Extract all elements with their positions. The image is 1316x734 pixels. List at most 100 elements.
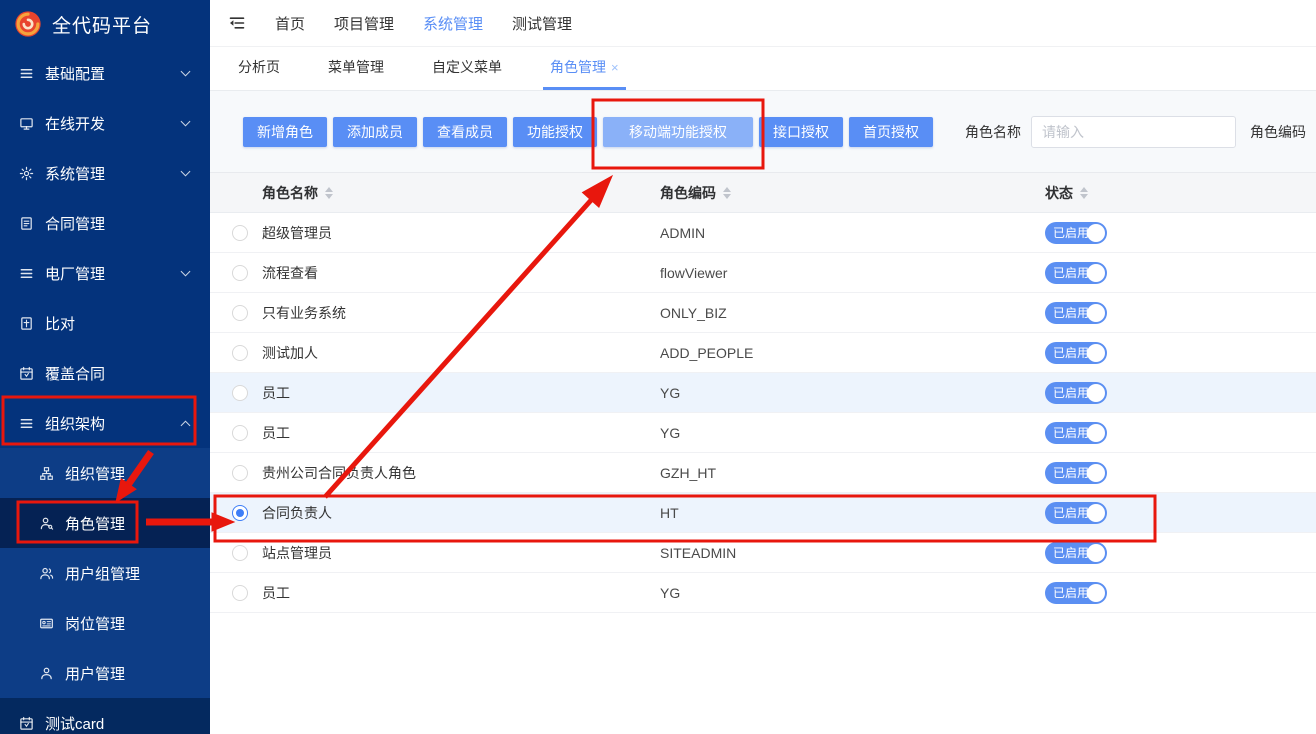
chevron-icon [181,67,191,77]
sort-icon[interactable] [723,187,731,199]
sidebar-subitem[interactable]: 角色管理 [0,498,210,548]
sidebar-item[interactable]: 系统管理 [0,148,210,198]
status-toggle[interactable]: 已启用 [1045,582,1107,604]
row-radio[interactable] [232,465,248,481]
row-radio[interactable] [232,305,248,321]
toolbar-button[interactable]: 移动端功能授权 [603,117,753,147]
status-cell: 已启用 [1045,222,1316,244]
table-row[interactable]: 贵州公司合同负责人角色 GZH_HT 已启用 [210,453,1316,493]
page-tab[interactable]: 分析页 [231,47,287,90]
row-radio[interactable] [232,545,248,561]
sidebar-item[interactable]: 合同管理 [0,198,210,248]
role-icon [38,515,54,531]
menu-icon [18,415,34,431]
table-row[interactable]: 超级管理员 ADMIN 已启用 [210,213,1316,253]
role-code-cell: YG [660,585,1045,601]
close-icon[interactable]: × [611,61,619,74]
page-tab[interactable]: 菜单管理 [321,47,391,90]
row-radio[interactable] [232,385,248,401]
sidebar-item[interactable]: 基础配置 [0,48,210,98]
toolbar-button[interactable]: 功能授权 [513,117,597,147]
sort-icon[interactable] [325,187,333,199]
status-toggle[interactable]: 已启用 [1045,342,1107,364]
status-toggle[interactable]: 已启用 [1045,502,1107,524]
table-row[interactable]: 测试加人 ADD_PEOPLE 已启用 [210,333,1316,373]
status-badge: 已启用 [1053,224,1089,241]
role-name-filter-input[interactable] [1031,116,1236,148]
status-badge: 已启用 [1053,384,1089,401]
gear-icon [18,165,34,181]
table-row[interactable]: 员工 YG 已启用 [210,373,1316,413]
role-name-cell: 合同负责人 [262,503,660,523]
top-nav-item[interactable]: 测试管理 [512,13,572,34]
toggle-knob [1087,384,1105,402]
sidebar-item-label: 在线开发 [45,113,182,134]
row-radio[interactable] [232,265,248,281]
app-logo[interactable]: 全代码平台 [0,0,210,48]
org-icon [38,465,54,481]
toggle-knob [1087,504,1105,522]
sidebar-item[interactable]: 比对 [0,298,210,348]
sidebar-item-test-card[interactable]: 测试card [0,698,210,734]
table-row[interactable]: 流程查看 flowViewer 已启用 [210,253,1316,293]
table-row[interactable]: 合同负责人 HT 已启用 [210,493,1316,533]
roles-table: 角色名称 角色编码 状态 超级管理员 [210,172,1316,734]
toolbar-button[interactable]: 查看成员 [423,117,507,147]
toggle-knob [1087,584,1105,602]
sidebar-item[interactable]: 覆盖合同 [0,348,210,398]
status-cell: 已启用 [1045,462,1316,484]
top-nav-item[interactable]: 系统管理 [423,13,483,34]
row-radio[interactable] [232,225,248,241]
top-nav-item[interactable]: 项目管理 [334,13,394,34]
sidebar-item[interactable]: 在线开发 [0,98,210,148]
role-name-cell: 贵州公司合同负责人角色 [262,463,660,483]
table-row[interactable]: 员工 YG 已启用 [210,573,1316,613]
status-toggle[interactable]: 已启用 [1045,462,1107,484]
toolbar-button[interactable]: 添加成员 [333,117,417,147]
toolbar-button[interactable]: 新增角色 [243,117,327,147]
role-name-cell: 只有业务系统 [262,303,660,323]
page-tab[interactable]: 自定义菜单 [425,47,509,90]
toggle-knob [1087,544,1105,562]
status-toggle[interactable]: 已启用 [1045,542,1107,564]
sidebar-subitem[interactable]: 用户管理 [0,648,210,698]
contract-icon [18,215,34,231]
table-row[interactable]: 只有业务系统 ONLY_BIZ 已启用 [210,293,1316,333]
chevron-icon [181,167,191,177]
table-row[interactable]: 员工 YG 已启用 [210,413,1316,453]
table-row[interactable]: 站点管理员 SITEADMIN 已启用 [210,533,1316,573]
row-radio[interactable] [232,585,248,601]
toggle-knob [1087,224,1105,242]
sidebar-item[interactable]: 电厂管理 [0,248,210,298]
sidebar-item[interactable]: 组织架构 [0,398,210,448]
column-header-role-code[interactable]: 角色编码 [660,183,1045,203]
role-name-cell: 测试加人 [262,343,660,363]
status-toggle[interactable]: 已启用 [1045,302,1107,324]
sidebar-subitem[interactable]: 组织管理 [0,448,210,498]
toolbar-button[interactable]: 首页授权 [849,117,933,147]
menu-icon [18,65,34,81]
status-toggle[interactable]: 已启用 [1045,422,1107,444]
row-radio[interactable] [232,345,248,361]
column-header-role-name[interactable]: 角色名称 [262,183,660,203]
toolbar-button[interactable]: 接口授权 [759,117,843,147]
sidebar-subitem[interactable]: 用户组管理 [0,548,210,598]
row-radio[interactable] [232,425,248,441]
status-toggle[interactable]: 已启用 [1045,262,1107,284]
page-tab[interactable]: 角色管理 × [543,47,626,90]
status-badge: 已启用 [1053,584,1089,601]
status-toggle[interactable]: 已启用 [1045,222,1107,244]
top-navbar: 首页 项目管理 系统管理 测试管理 [210,0,1316,47]
sidebar-item-label: 电厂管理 [45,263,182,284]
sidebar-item-label: 合同管理 [45,213,192,234]
top-nav-item[interactable]: 首页 [275,13,305,34]
sidebar-subitem[interactable]: 岗位管理 [0,598,210,648]
sidebar-item-label: 覆盖合同 [45,363,192,384]
sort-icon[interactable] [1080,187,1088,199]
menu-fold-icon[interactable] [228,14,246,32]
role-code-cell: YG [660,385,1045,401]
row-radio[interactable] [232,505,248,521]
column-header-status[interactable]: 状态 [1045,183,1316,203]
status-toggle[interactable]: 已启用 [1045,382,1107,404]
sidebar: 全代码平台 基础配置 在线开发 系统管理 [0,0,210,734]
